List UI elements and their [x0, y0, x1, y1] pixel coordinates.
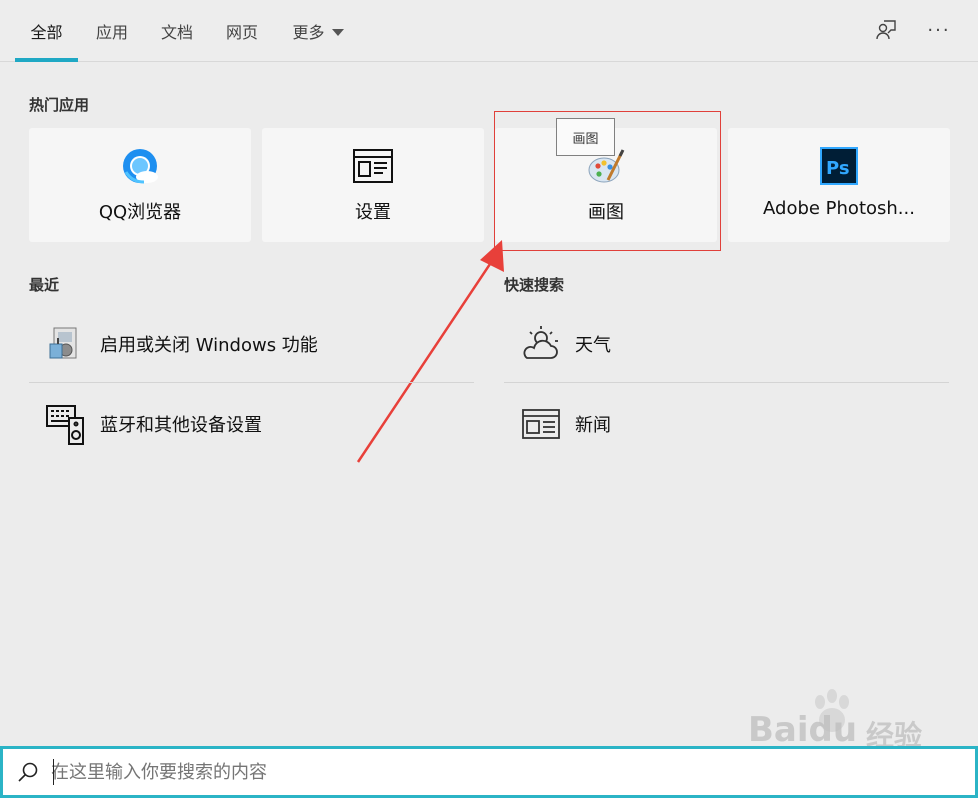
app-card-settings[interactable]: 设置	[262, 128, 484, 242]
list-item-label: 启用或关闭 Windows 功能	[100, 335, 318, 356]
svg-text:Ps: Ps	[826, 158, 850, 179]
app-card-photoshop[interactable]: Ps Adobe Photosh...	[728, 128, 950, 242]
list-item-devices[interactable]: 蓝牙和其他设备设置	[44, 394, 474, 454]
more-options-button[interactable]: ···	[923, 14, 955, 46]
app-label: Adobe Photosh...	[763, 198, 915, 219]
settings-icon	[353, 146, 393, 186]
list-item-windows-features[interactable]: 启用或关闭 Windows 功能	[44, 314, 474, 374]
tab-all-label: 全部	[30, 23, 63, 42]
devices-icon	[44, 402, 88, 446]
app-label: 设置	[355, 202, 391, 223]
list-item-weather[interactable]: 天气	[519, 314, 949, 374]
list-item-label: 蓝牙和其他设备设置	[100, 415, 262, 436]
search-bar[interactable]	[0, 746, 978, 798]
hot-apps-title: 热门应用	[29, 96, 90, 114]
feedback-person-icon[interactable]	[870, 14, 902, 46]
quick-search-title: 快速搜索	[504, 276, 565, 294]
list-item-label: 新闻	[575, 415, 611, 436]
paw-logo-icon	[815, 689, 849, 732]
app-label: 画图	[588, 202, 624, 223]
weather-icon	[519, 322, 563, 366]
tab-all[interactable]: 全部	[15, 0, 78, 62]
app-card-qq-browser[interactable]: QQ浏览器	[29, 128, 251, 242]
divider	[29, 382, 474, 383]
search-input[interactable]	[51, 761, 651, 783]
qq-browser-icon	[120, 146, 160, 186]
tab-apps[interactable]: 应用	[86, 0, 138, 62]
tab-documents-label: 文档	[160, 23, 193, 42]
app-label: QQ浏览器	[98, 202, 182, 223]
text-cursor	[53, 759, 54, 785]
tab-web[interactable]: 网页	[216, 0, 268, 62]
photoshop-icon: Ps	[819, 146, 859, 186]
watermark-brand: Baidu	[748, 710, 858, 750]
list-item-news[interactable]: 新闻	[519, 394, 949, 454]
chevron-down-icon	[331, 28, 344, 36]
top-tab-bar: 全部 应用 文档 网页 更多 ···	[0, 0, 978, 62]
news-icon	[519, 402, 563, 446]
search-icon	[17, 761, 39, 783]
tab-more-label: 更多	[292, 23, 325, 42]
recent-title: 最近	[29, 276, 60, 294]
divider	[504, 382, 949, 383]
windows-features-icon	[44, 322, 88, 366]
tab-documents[interactable]: 文档	[151, 0, 203, 62]
tab-more[interactable]: 更多	[284, 0, 352, 62]
tab-apps-label: 应用	[95, 23, 128, 42]
tab-web-label: 网页	[225, 23, 258, 42]
ellipsis-icon: ···	[927, 19, 951, 41]
tooltip: 画图	[556, 118, 615, 156]
list-item-label: 天气	[575, 335, 611, 356]
